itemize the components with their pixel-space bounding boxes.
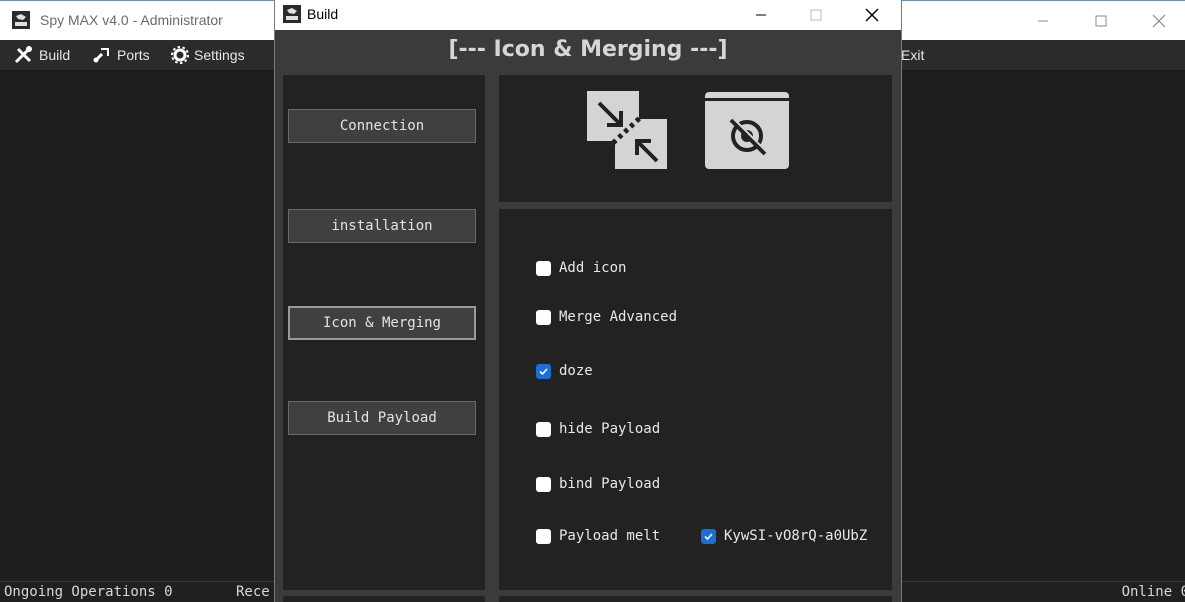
menu-exit-label: Exit bbox=[901, 47, 925, 63]
options-panel: Add icon Merge Advanced doze hide Payloa… bbox=[499, 209, 892, 590]
tools-icon bbox=[14, 46, 32, 64]
ports-icon bbox=[93, 48, 109, 63]
maximize-icon bbox=[1095, 15, 1107, 27]
minimize-icon bbox=[756, 14, 766, 16]
check-icon bbox=[704, 532, 713, 540]
build-title-bar: Build bbox=[275, 0, 901, 30]
menu-exit[interactable]: Exit bbox=[901, 40, 924, 70]
build-dialog-title: Build bbox=[307, 6, 339, 22]
nav-icon-merging-button[interactable]: Icon & Merging bbox=[288, 306, 476, 340]
build-nav-panel: Connection installation Icon & Merging B… bbox=[283, 75, 485, 590]
section-header: [--- Icon & Merging ---] bbox=[275, 30, 901, 68]
option-doze[interactable]: doze bbox=[536, 363, 593, 379]
gear-icon bbox=[171, 46, 189, 64]
main-close-button[interactable] bbox=[1130, 1, 1185, 41]
nav-connection-button[interactable]: Connection bbox=[288, 109, 476, 143]
main-maximize-button[interactable] bbox=[1072, 1, 1130, 41]
close-icon bbox=[1152, 14, 1166, 28]
nav-build-payload-button[interactable]: Build Payload bbox=[288, 401, 476, 435]
close-icon bbox=[865, 8, 879, 22]
spymax-app-icon bbox=[283, 5, 301, 23]
checkbox-unchecked[interactable] bbox=[536, 421, 551, 437]
option-payload-melt[interactable]: Payload melt bbox=[536, 528, 660, 544]
build-close-button[interactable] bbox=[843, 0, 901, 30]
status-received: Rece bbox=[236, 584, 270, 600]
hide-icon[interactable] bbox=[705, 92, 789, 169]
menu-build-label: Build bbox=[39, 47, 71, 63]
checkbox-checked[interactable] bbox=[536, 363, 551, 379]
build-maximize-button[interactable] bbox=[787, 0, 845, 30]
menu-ports-label: Ports bbox=[117, 47, 150, 63]
maximize-icon bbox=[810, 9, 822, 21]
option-merge-advanced[interactable]: Merge Advanced bbox=[536, 309, 677, 325]
nav-installation-button[interactable]: installation bbox=[288, 209, 476, 243]
main-minimize-button[interactable] bbox=[1014, 1, 1072, 41]
minimize-icon bbox=[1038, 20, 1048, 22]
nav-panel-bottom bbox=[283, 596, 485, 602]
option-hide-payload[interactable]: hide Payload bbox=[536, 421, 660, 437]
build-minimize-button[interactable] bbox=[732, 0, 790, 30]
build-dialog: Build [--- Icon & Merging ---] Connectio… bbox=[274, 0, 902, 602]
checkbox-unchecked[interactable] bbox=[536, 528, 551, 544]
checkbox-checked[interactable] bbox=[701, 528, 716, 544]
option-label: doze bbox=[559, 363, 593, 379]
menu-settings[interactable]: Settings bbox=[171, 40, 245, 70]
checkbox-unchecked[interactable] bbox=[536, 309, 551, 325]
option-label: KywSI-vO8rQ-a0UbZ bbox=[724, 528, 868, 544]
option-label: Merge Advanced bbox=[559, 309, 678, 325]
option-key-code[interactable]: KywSI-vO8rQ-a0UbZ bbox=[701, 528, 867, 544]
icon-preview-panel bbox=[499, 75, 892, 202]
main-window-title: Spy MAX v4.0 - Administrator bbox=[40, 12, 223, 28]
status-ongoing-operations: Ongoing Operations 0 bbox=[4, 584, 173, 600]
status-online: Online 0 bbox=[1121, 584, 1185, 600]
option-label: Add icon bbox=[559, 260, 627, 276]
option-label: Payload melt bbox=[559, 528, 661, 544]
option-bind-payload[interactable]: bind Payload bbox=[536, 476, 660, 492]
menu-build[interactable]: Build bbox=[14, 40, 70, 70]
checkbox-unchecked[interactable] bbox=[536, 260, 551, 276]
option-label: hide Payload bbox=[559, 421, 661, 437]
menu-ports[interactable]: Ports bbox=[92, 40, 150, 70]
options-panel-bottom bbox=[499, 596, 892, 602]
spymax-app-icon bbox=[12, 11, 30, 29]
merge-arrows-icon[interactable] bbox=[587, 91, 669, 171]
menu-settings-label: Settings bbox=[194, 47, 245, 63]
check-icon bbox=[539, 367, 548, 375]
option-label: bind Payload bbox=[559, 476, 661, 492]
checkbox-unchecked[interactable] bbox=[536, 476, 551, 492]
option-add-icon[interactable]: Add icon bbox=[536, 260, 626, 276]
